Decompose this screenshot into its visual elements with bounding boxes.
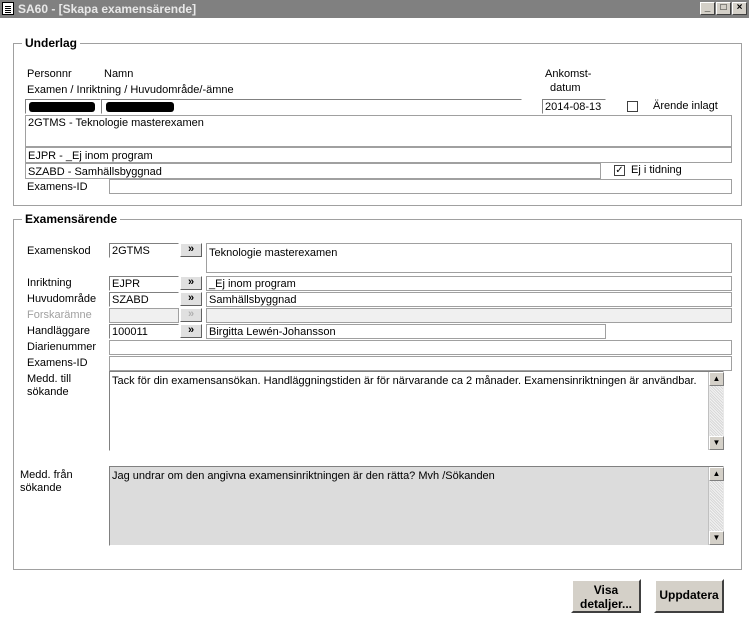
handlaggare-input[interactable]: 100011 (109, 324, 179, 339)
scroll-down-icon[interactable]: ▼ (709, 531, 724, 545)
scroll-up-icon[interactable]: ▲ (709, 467, 724, 481)
namn-label: Namn (104, 68, 134, 80)
inriktning-input[interactable]: EJPR (109, 276, 179, 291)
handlaggare-label: Handläggare (27, 325, 90, 337)
examenskod-lookup-button[interactable]: » (180, 243, 202, 257)
inriktning-label: Inriktning (27, 277, 72, 289)
uppdatera-button[interactable]: Uppdatera (654, 579, 724, 613)
ej-i-tidning-label: Ej i tidning (631, 164, 682, 176)
examens-id-field-2[interactable] (109, 356, 732, 371)
medd-till-textarea[interactable]: Tack för din examensansökan. Handläggnin… (109, 371, 724, 451)
window-title: SA60 - [Skapa examensärende] (18, 2, 197, 16)
diarienummer-field[interactable] (109, 340, 732, 355)
medd-fran-scrollbar[interactable]: ▲ ▼ (708, 467, 724, 545)
huvudomrade-field[interactable]: SZABD - Samhällsbyggnad (25, 163, 601, 179)
inriktning-description: _Ej inom program (206, 276, 732, 291)
huvudomrade-label: Huvudområde (27, 293, 97, 305)
redacted-personnr (29, 102, 95, 112)
examens-id-field[interactable] (109, 179, 732, 194)
medd-fran-textarea[interactable]: Jag undrar om den angivna examensinriktn… (109, 466, 724, 546)
ankomstdatum-field[interactable]: 2014-08-13 (542, 99, 606, 114)
forskaramne-description (206, 308, 732, 323)
handlaggare-lookup-button[interactable]: » (180, 324, 202, 338)
huvudomrade-description: Samhällsbyggnad (206, 292, 732, 307)
forskaramne-lookup-button: » (180, 308, 202, 322)
medd-fran-label-line1: Medd. från (20, 469, 73, 481)
visa-detaljer-label-line2: detaljer... (579, 597, 633, 611)
examenskod-input[interactable]: 2GTMS (109, 243, 179, 258)
forskaramne-label: Forskarämne (27, 309, 92, 321)
medd-till-scrollbar[interactable]: ▲ ▼ (708, 372, 724, 450)
close-icon[interactable]: × (732, 2, 747, 15)
ej-i-tidning-checkbox[interactable]: ✓ (614, 165, 625, 176)
examens-id-label: Examens-ID (27, 181, 88, 193)
huvudomrade-input[interactable]: SZABD (109, 292, 179, 307)
inriktning-lookup-button[interactable]: » (180, 276, 202, 290)
visa-detaljer-label-line1: Visa (593, 583, 619, 597)
scroll-track[interactable] (710, 386, 723, 436)
medd-fran-label-line2: sökande (20, 482, 62, 494)
huvudomrade-lookup-button[interactable]: » (180, 292, 202, 306)
minimize-icon[interactable]: _ (700, 2, 715, 15)
underlag-legend: Underlag (22, 36, 81, 50)
medd-till-label-line2: sökande (27, 386, 69, 398)
ankomstdatum-label-line2: datum (550, 82, 581, 94)
medd-till-label-line1: Medd. till (27, 373, 72, 385)
arende-inlagt-label: Ärende inlagt (653, 100, 718, 112)
namn-field[interactable] (101, 99, 522, 114)
inriktning-field[interactable]: EJPR - _Ej inom program (25, 147, 732, 163)
scroll-up-icon[interactable]: ▲ (709, 372, 724, 386)
examensarende-legend: Examensärende (22, 212, 121, 226)
title-bar: SA60 - [Skapa examensärende] _ □ × (0, 0, 749, 18)
personnr-field[interactable] (25, 99, 101, 114)
examen-field[interactable]: 2GTMS - Teknologie masterexamen (25, 115, 732, 147)
personnr-label: Personnr (27, 68, 72, 80)
handlaggare-description: Birgitta Lewén-Johansson (206, 324, 606, 339)
diarienummer-label: Diarienummer (27, 341, 97, 353)
visa-detaljer-button[interactable]: Visa detaljer... (571, 579, 641, 613)
examenskod-label: Examenskod (27, 245, 91, 257)
arende-inlagt-checkbox[interactable] (627, 101, 638, 112)
examenskod-description: Teknologie masterexamen (206, 243, 732, 273)
maximize-icon[interactable]: □ (716, 2, 731, 15)
examen-inriktning-label: Examen / Inriktning / Huvudområde/-ämne (27, 84, 234, 96)
window-app-icon[interactable] (2, 2, 14, 15)
scroll-track[interactable] (710, 481, 723, 531)
redacted-namn (106, 102, 174, 112)
ankomstdatum-label-line1: Ankomst- (545, 68, 592, 80)
forskaramne-input (109, 308, 179, 323)
examens-id-label-2: Examens-ID (27, 357, 88, 369)
scroll-down-icon[interactable]: ▼ (709, 436, 724, 450)
